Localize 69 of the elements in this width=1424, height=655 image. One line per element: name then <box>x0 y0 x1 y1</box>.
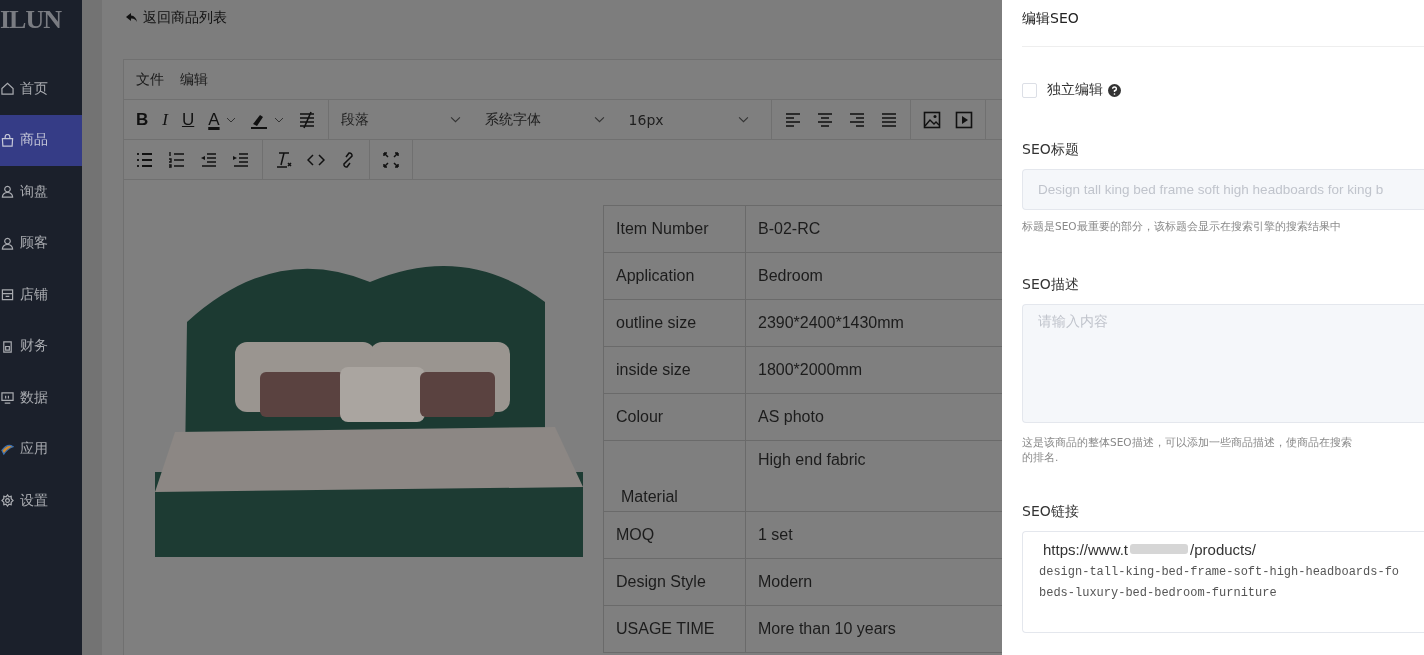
format-button[interactable]: I <box>162 109 168 130</box>
dropdown[interactable]: 系统字体 <box>484 110 605 129</box>
caret-icon <box>449 116 461 123</box>
align-right-icon[interactable] <box>847 110 866 129</box>
bag-icon <box>1 133 14 147</box>
sidebar-item[interactable]: 数据 <box>0 372 82 424</box>
menu-item[interactable]: 文件 <box>136 70 164 89</box>
checkbox[interactable] <box>1022 82 1037 98</box>
blurred-text <box>1130 544 1189 554</box>
field-label: SEO标题 <box>1022 141 1080 159</box>
line-height-icon[interactable] <box>297 110 316 129</box>
sidebar-item[interactable]: 商品 <box>0 114 82 166</box>
table-cell: outline size <box>603 299 746 347</box>
app-icon <box>1 442 14 456</box>
drawer-title: 编辑SEO <box>1022 0 1424 47</box>
table-cell: Item Number <box>603 205 746 253</box>
table-cell: Design Style <box>603 558 746 606</box>
help-icon[interactable] <box>1108 83 1121 97</box>
field-label: SEO描述 <box>1022 276 1080 294</box>
settings-icon <box>1 494 14 508</box>
sidebar-item[interactable]: 首页 <box>0 63 82 115</box>
menu-item[interactable]: 编辑 <box>180 70 208 89</box>
hint-text: 标题是SEO最重要的部分，该标题会显示在搜索引擎的搜索结果中 <box>1022 220 1342 234</box>
format-button[interactable]: U <box>181 109 195 130</box>
format-button[interactable]: B <box>136 109 149 130</box>
table-cell: Colour <box>603 393 746 441</box>
wallet-icon <box>1 339 14 353</box>
monitor-icon <box>1 391 14 405</box>
justify-icon[interactable] <box>879 110 898 129</box>
caret-icon <box>273 116 284 123</box>
sidebar-item[interactable]: 财务 <box>0 320 82 372</box>
person-icon <box>1 236 14 250</box>
caret-icon <box>593 116 605 123</box>
bullet-list-icon[interactable] <box>136 150 154 169</box>
table-cell: Material <box>603 440 746 512</box>
fullscreen-icon[interactable] <box>382 150 400 169</box>
sidebar-item[interactable]: 应用 <box>0 423 82 475</box>
indent-icon[interactable] <box>232 150 250 169</box>
person-icon <box>1 185 14 199</box>
align-left-icon[interactable] <box>783 110 802 129</box>
numbered-list-icon[interactable] <box>168 150 186 169</box>
dropdown[interactable]: 16px <box>628 111 749 128</box>
back-arrow-icon <box>126 13 138 23</box>
table-cell: USAGE TIME <box>603 605 746 653</box>
table-cell: Application <box>603 252 746 300</box>
caret-icon <box>225 116 236 123</box>
clear-format-icon[interactable] <box>275 150 293 169</box>
sidebar-item[interactable]: 店铺 <box>0 269 82 321</box>
table-cell: MOQ <box>603 511 746 559</box>
hint-text: 的排名. <box>1022 450 1059 465</box>
dropdown[interactable]: 段落 <box>340 110 461 129</box>
back-link[interactable]: 返回商品列表 <box>126 0 227 36</box>
checkbox-label[interactable]: 独立编辑 <box>1047 81 1103 99</box>
home-icon <box>1 82 14 96</box>
align-center-icon[interactable] <box>815 110 834 129</box>
outdent-icon[interactable] <box>200 150 218 169</box>
seo-link-field[interactable]: https://www.t /products/ design-tall-king-bed-frame-soft-high-headboards-fo beds-luxury-bed-bedroom-furniture <box>1022 531 1424 633</box>
field-label: SEO链接 <box>1022 503 1080 521</box>
video-icon[interactable] <box>954 110 973 129</box>
caret-icon <box>737 116 749 123</box>
format-button[interactable]: A <box>208 109 220 130</box>
image-icon[interactable] <box>922 110 941 129</box>
sidebar-item[interactable]: 询盘 <box>0 166 82 218</box>
logo: ILUN <box>0 4 63 36</box>
sidebar-item[interactable]: 顾客 <box>0 217 82 269</box>
sidebar-item[interactable]: 设置 <box>0 475 82 527</box>
shop-icon <box>1 288 14 302</box>
table-cell: inside size <box>603 346 746 394</box>
hint-text: 这是该商品的整体SEO描述，可以添加一些商品描述，使商品在搜索 <box>1022 435 1352 450</box>
